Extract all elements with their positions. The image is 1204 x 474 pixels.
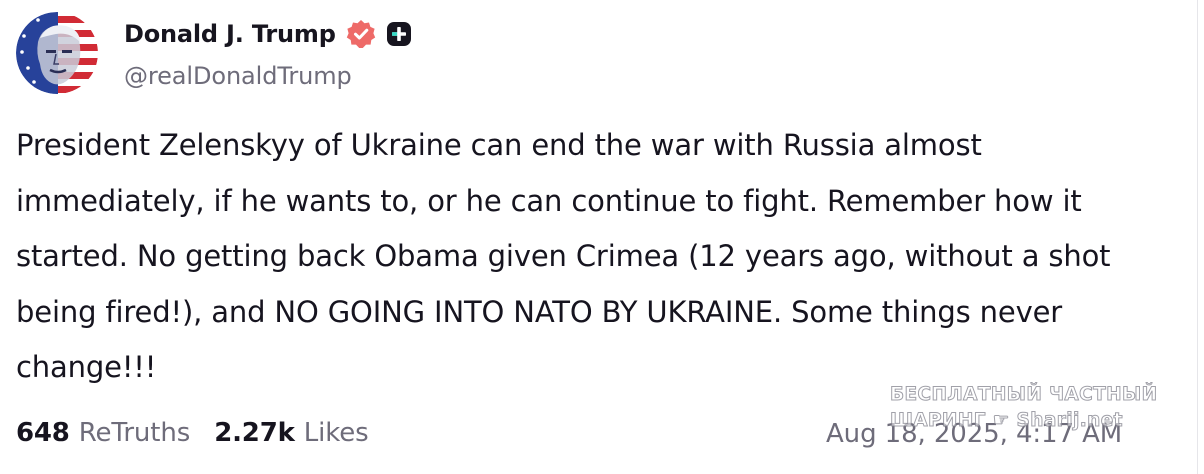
post-timestamp[interactable]: Aug 18, 2025, 4:17 AM — [826, 414, 1122, 454]
author-handle[interactable]: @realDonaldTrump — [124, 62, 352, 90]
likes-count: 2.27k — [214, 418, 295, 448]
author-display-name[interactable]: Donald J. Trump — [124, 20, 336, 48]
likes-stat[interactable]: 2.27k Likes — [214, 418, 368, 448]
retruths-label: ReTruths — [78, 418, 191, 448]
author-row: Donald J. Trump — [124, 16, 412, 52]
post-stats: 648 ReTruths 2.27k Likes — [16, 412, 393, 454]
verified-badge-icon — [346, 19, 376, 49]
avatar[interactable] — [16, 12, 98, 94]
retruths-count: 648 — [16, 418, 70, 448]
truth-plus-icon — [386, 21, 412, 47]
avatar-image — [16, 12, 98, 94]
likes-label: Likes — [303, 418, 369, 448]
retruths-stat[interactable]: 648 ReTruths — [16, 418, 190, 448]
post-card: Donald J. Trump @realDonaldTrump Preside… — [0, 0, 1204, 474]
card-border — [1197, 0, 1198, 474]
post-body-text: President Zelenskyy of Ukraine can end t… — [16, 128, 1111, 384]
